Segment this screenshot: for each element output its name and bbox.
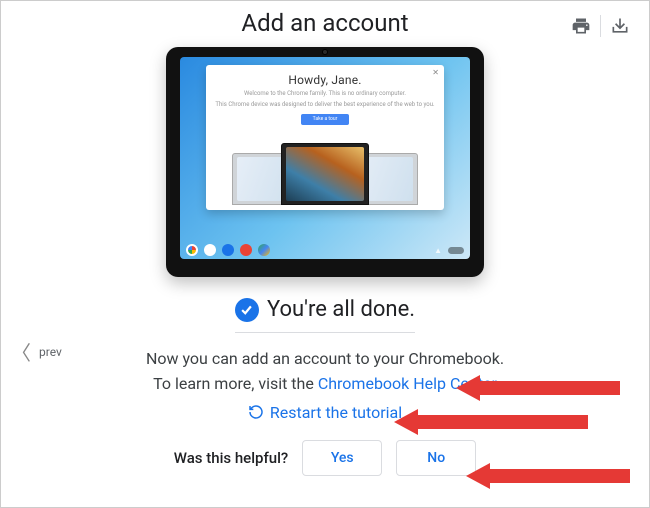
wifi-icon: ▲	[434, 246, 442, 255]
prev-label: prev	[39, 345, 62, 359]
annotation-arrow	[394, 409, 588, 435]
page-title: Add an account	[241, 9, 408, 37]
feedback-label: Was this helpful?	[174, 449, 288, 467]
camera-icon	[322, 49, 328, 55]
done-separator	[235, 332, 415, 333]
modal-subtitle-2: This Chrome device was designed to deliv…	[215, 101, 434, 109]
tablet-dock: ▲	[180, 241, 470, 259]
close-icon: ✕	[432, 68, 439, 77]
header-divider	[600, 15, 601, 37]
take-tour-button: Take a tour	[301, 114, 349, 125]
welcome-modal: ✕ Howdy, Jane. Welcome to the Chrome fam…	[206, 65, 444, 210]
download-icon[interactable]	[605, 11, 635, 41]
restart-tutorial-link[interactable]: Restart the tutorial	[270, 403, 402, 422]
print-icon[interactable]	[566, 11, 596, 41]
status-pill	[448, 247, 464, 254]
modal-greeting: Howdy, Jane.	[288, 73, 361, 87]
prev-nav[interactable]: 〈 prev	[11, 337, 62, 366]
check-icon	[235, 298, 259, 322]
youtube-icon	[240, 244, 252, 256]
desc-line-1: Now you can add an account to your Chrom…	[1, 347, 649, 372]
play-store-icon	[258, 244, 270, 256]
refresh-icon	[248, 404, 264, 420]
feedback-no-button[interactable]: No	[396, 440, 476, 476]
laptop-thumbnail	[281, 143, 370, 205]
done-heading: You're all done.	[267, 297, 415, 322]
modal-subtitle-1: Welcome to the Chrome family. This is no…	[244, 90, 406, 98]
desc-line-2-prefix: To learn more, visit the	[153, 374, 318, 393]
chrome-icon	[186, 244, 198, 256]
gmail-icon	[204, 244, 216, 256]
feedback-yes-button[interactable]: Yes	[302, 440, 382, 476]
messages-icon	[222, 244, 234, 256]
annotation-arrow	[456, 375, 620, 401]
chevron-left-icon: 〈	[11, 337, 31, 366]
tablet-illustration: ✕ Howdy, Jane. Welcome to the Chrome fam…	[166, 47, 484, 277]
annotation-arrow	[466, 463, 630, 489]
